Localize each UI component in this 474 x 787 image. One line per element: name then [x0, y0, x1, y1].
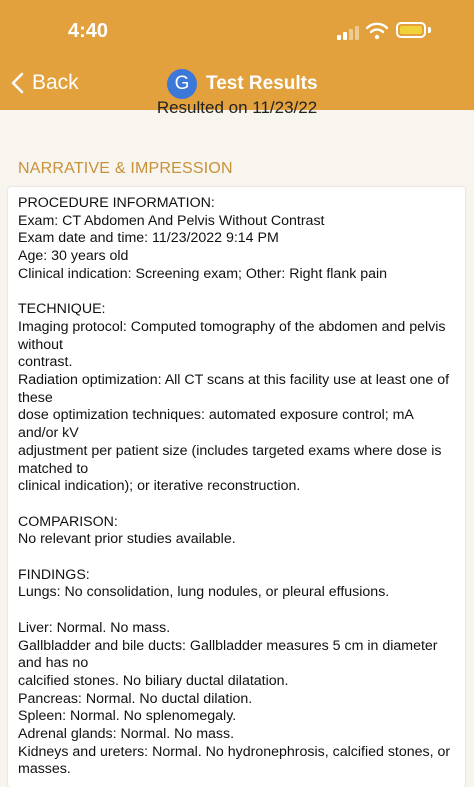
report-text: PROCEDURE INFORMATION: Exam: CT Abdomen … — [18, 195, 458, 779]
wifi-icon — [366, 22, 388, 40]
report-line: adjustment per patient size (includes ta… — [18, 442, 442, 459]
report-line: masses. — [18, 761, 71, 778]
report-line: Adrenal glands: Normal. No mass. — [18, 726, 235, 743]
report-line: Liver: Normal. No mass. — [18, 619, 171, 636]
report-line: Lungs: No consolidation, lung nodules, o… — [18, 584, 390, 601]
report-card: PROCEDURE INFORMATION: Exam: CT Abdomen … — [8, 187, 465, 787]
report-line: and has no — [18, 655, 89, 672]
procedure-heading: PROCEDURE INFORMATION: — [18, 195, 215, 211]
report-line: and/or kV — [18, 425, 79, 442]
report-line: Age: 30 years old — [18, 248, 129, 265]
resulted-date: Resulted on 11/23/22 — [156, 98, 318, 117]
page-title-group: G Test Results — [167, 68, 318, 100]
report-line: Clinical indication: Screening exam; Oth… — [18, 265, 388, 282]
back-button[interactable]: Back — [10, 66, 79, 100]
report-line: Pancreas: Normal. No ductal dilation. — [18, 690, 253, 707]
report-line: dose optimization techniques: automated … — [18, 407, 414, 424]
report-line: matched to — [18, 460, 89, 477]
report-line: without — [18, 336, 63, 353]
report-line: Gallbladder and bile ducts: Gallbladder … — [18, 637, 438, 654]
battery-icon — [396, 22, 426, 38]
report-line: Exam date and time: 11/23/2022 9:14 PM — [18, 230, 279, 247]
report-line: Exam: CT Abdomen And Pelvis Without Cont… — [18, 212, 325, 229]
page-title: Test Results — [206, 73, 318, 94]
cellular-signal-icon — [337, 24, 363, 40]
battery-level — [400, 26, 422, 34]
status-time: 4:40 — [68, 20, 109, 42]
report-line: clinical indication); or iterative recon… — [18, 478, 301, 495]
report-line: these — [18, 389, 53, 406]
report-line: calcified stones. No biliary ductal dila… — [18, 672, 289, 689]
report-line: contrast. — [18, 354, 73, 371]
report-line: Imaging protocol: Computed tomography of… — [18, 318, 446, 335]
report-line: Spleen: Normal. No splenomegaly. — [18, 708, 237, 725]
findings-heading: FINDINGS: — [18, 566, 90, 583]
app-header: 4:40 Back G Test Results — [0, 0, 474, 110]
report-line: No relevant prior studies available. — [18, 531, 236, 548]
back-label: Back — [32, 71, 79, 94]
report-line: Radiation optimization: All CT scans at … — [18, 372, 450, 389]
chevron-left-icon — [11, 72, 24, 94]
section-heading: NARRATIVE & IMPRESSION — [18, 160, 233, 177]
report-line: Kidneys and ureters: Normal. No hydronep… — [18, 743, 451, 760]
comparison-heading: COMPARISON: — [18, 513, 118, 530]
battery-tip — [428, 27, 431, 33]
technique-heading: TECHNIQUE: — [18, 301, 106, 318]
avatar: G — [167, 69, 197, 99]
